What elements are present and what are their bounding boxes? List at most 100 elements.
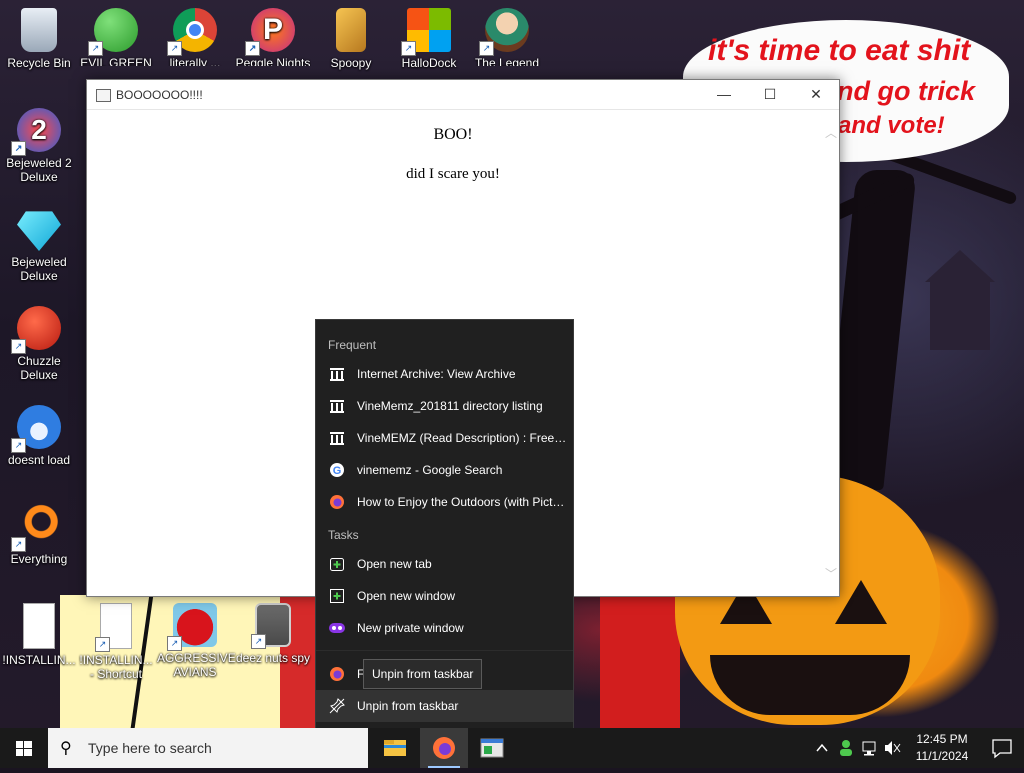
stacked-windows-icon: ↗ xyxy=(251,603,291,649)
jumplist-frequent-item[interactable]: VineMemz_201811 directory listing xyxy=(316,390,573,422)
desktop-icon-label: Bejeweled Deluxe xyxy=(11,255,67,283)
google-icon: G xyxy=(329,462,345,478)
tray-network-button[interactable] xyxy=(860,728,880,768)
window-titlebar[interactable]: BOOOOOOO!!!! — ☐ ✕ xyxy=(87,80,839,110)
jumplist-task-open-new-tab[interactable]: Open new tab xyxy=(316,548,573,580)
folder-icon xyxy=(384,740,406,756)
taskbar-firefox[interactable] xyxy=(420,728,468,768)
shortcut-arrow-icon: ↗ xyxy=(11,537,26,552)
speaker-muted-icon xyxy=(885,741,901,755)
firefox-icon xyxy=(433,737,455,759)
window-app-icon xyxy=(96,89,111,102)
jumplist-frequent-item[interactable]: How to Enjoy the Outdoors (with Pictu... xyxy=(316,486,573,518)
jumplist-frequent-item[interactable]: Internet Archive: View Archive xyxy=(316,358,573,390)
clock-time: 12:45 PM xyxy=(916,732,968,746)
shortcut-arrow-icon: ↗ xyxy=(479,41,494,56)
jumplist-frequent-item[interactable]: VineMEMZ (Read Description) : Free D... xyxy=(316,422,573,454)
shortcut-arrow-icon: ↗ xyxy=(95,637,110,652)
jumplist-item-label: Open new tab xyxy=(357,557,432,571)
jumplist-frequent-item[interactable]: G vinememz - Google Search xyxy=(316,454,573,486)
shortcut-arrow-icon: ↗ xyxy=(11,141,26,156)
taskbar-file-explorer[interactable] xyxy=(371,728,419,768)
house-roof xyxy=(925,250,995,282)
jumplist-divider xyxy=(316,650,573,651)
desktop-icon-label: HalloDock xyxy=(401,56,457,70)
desktop-icon-label: Chuzzle Deluxe xyxy=(17,354,61,382)
shortcut-arrow-icon: ↗ xyxy=(167,41,182,56)
tooltip: Unpin from taskbar xyxy=(363,659,483,689)
desktop-icon-everything[interactable]: ↗ Everything xyxy=(1,504,77,566)
desktop-icon-aggressive-avians[interactable]: ↗ AGGRESSIVE AVIANS xyxy=(157,603,236,679)
bubble-text-line: it's time to eat shit xyxy=(708,34,971,67)
show-hidden-icons-button[interactable] xyxy=(812,728,832,768)
desktop-icon-spoopy[interactable]: Spoopy xyxy=(313,8,389,70)
shortcut-arrow-icon: ↗ xyxy=(245,41,260,56)
character-icon: ↗ xyxy=(479,8,529,56)
windows-logo-icon xyxy=(16,741,32,756)
desktop-icon-doesnt-load[interactable]: ↗ doesnt load xyxy=(1,405,77,467)
window-title: BOOOOOOO!!!! xyxy=(116,88,203,102)
pumpkin-mouth xyxy=(710,655,910,715)
jumplist-item-label: VineMEMZ (Read Description) : Free D... xyxy=(357,431,569,445)
jumplist-item-label: How to Enjoy the Outdoors (with Pictu... xyxy=(357,495,569,509)
desktop-icon-recycle-bin[interactable]: Recycle Bin xyxy=(1,8,77,70)
archive-icon xyxy=(329,430,345,446)
chrome-icon: ↗ xyxy=(167,8,217,56)
bubble-text-line: and vote! xyxy=(838,112,945,139)
desktop-icon-deez-nuts-spy[interactable]: ↗ deez nuts spy xyxy=(235,603,311,665)
wallpaper-patch xyxy=(600,595,680,728)
desktop-icon-hallodock[interactable]: ↗ HalloDock xyxy=(391,8,467,70)
shortcut-arrow-icon: ↗ xyxy=(401,41,416,56)
peggle-icon: P ↗ xyxy=(245,8,295,56)
start-button[interactable] xyxy=(0,728,48,768)
desktop-icon-label: Recycle Bin xyxy=(7,56,71,70)
desktop-icon-peggle-nights[interactable]: P ↗ Peggle Nights De... xyxy=(235,8,311,66)
action-center-button[interactable] xyxy=(980,728,1024,768)
maximize-button[interactable]: ☐ xyxy=(747,80,793,109)
desktop-icon-evil-green-men[interactable]: ↗ EVIL GREEN MEN CO... xyxy=(78,8,154,66)
desktop-icon-label: Bejeweled 2 Deluxe xyxy=(6,156,72,184)
jumplist-item-label: vinememz - Google Search xyxy=(357,463,503,477)
window-app-icon xyxy=(480,738,504,758)
firefox-icon xyxy=(329,494,345,510)
desktop-icon-bejeweled[interactable]: Bejeweled Deluxe xyxy=(1,207,77,283)
notification-icon xyxy=(992,739,1012,759)
desktop-icon-label: !INSTALLIN... xyxy=(2,653,76,667)
taskbar: ⚲ Type here to search 12:45 PM 11/1/2024 xyxy=(0,728,1024,768)
minimize-button[interactable]: — xyxy=(701,80,747,109)
taskbar-clock[interactable]: 12:45 PM 11/1/2024 xyxy=(904,731,980,765)
close-button[interactable]: ✕ xyxy=(793,80,839,109)
desktop-icon-legend-of-tibb[interactable]: ↗ The Legend of Tibb... xyxy=(469,8,545,66)
boo-heading: BOO! xyxy=(433,126,473,143)
tray-volume-button[interactable] xyxy=(882,728,902,768)
jumplist-task-open-new-window[interactable]: Open new window xyxy=(316,580,573,612)
desktop-icon-installin[interactable]: !INSTALLIN... xyxy=(1,603,77,667)
angry-bird-icon: ↗ xyxy=(167,603,217,651)
desktop-icon-installin-shortcut[interactable]: ↗ !INSTALLIN... - Shortcut xyxy=(78,603,154,681)
bubble-text-line: nd go trick xyxy=(837,76,976,106)
jumplist-header-frequent: Frequent xyxy=(328,338,377,352)
jumplist-item-label: VineMemz_201811 directory listing xyxy=(357,399,543,413)
desktop-icon-literally[interactable]: ↗ literally ... xyxy=(157,8,233,66)
desktop-icon-bejeweled-2[interactable]: 2 ↗ Bejeweled 2 Deluxe xyxy=(1,108,77,184)
jumplist-item-label: Internet Archive: View Archive xyxy=(357,367,516,381)
windows-logo-icon: ↗ xyxy=(401,8,451,56)
desktop-icon-chuzzle[interactable]: ↗ Chuzzle Deluxe xyxy=(1,306,77,382)
desktop-icon-label: Spoopy xyxy=(330,56,372,70)
house xyxy=(930,280,990,350)
text-file-icon xyxy=(23,603,55,649)
taskbar-window-app[interactable] xyxy=(468,728,516,768)
shortcut-arrow-icon: ↗ xyxy=(167,636,182,651)
unpin-icon xyxy=(329,698,345,714)
scroll-up-arrow-icon[interactable]: ︿ xyxy=(825,124,837,141)
unpin-from-taskbar-item[interactable]: Unpin from taskbar xyxy=(316,690,573,722)
scroll-down-arrow-icon[interactable]: ﹀ xyxy=(825,565,837,582)
desktop-icon-label: Everything xyxy=(10,552,68,566)
taskbar-search-box[interactable]: ⚲ Type here to search xyxy=(48,728,368,768)
shortcut-arrow-icon: ↗ xyxy=(11,339,26,354)
tray-user-icon-button[interactable] xyxy=(836,728,856,768)
diamond-icon xyxy=(17,211,61,251)
private-window-icon xyxy=(329,620,345,636)
jumplist-task-new-private-window[interactable]: New private window xyxy=(316,612,573,644)
desktop-icon-label: doesnt load xyxy=(7,453,71,467)
